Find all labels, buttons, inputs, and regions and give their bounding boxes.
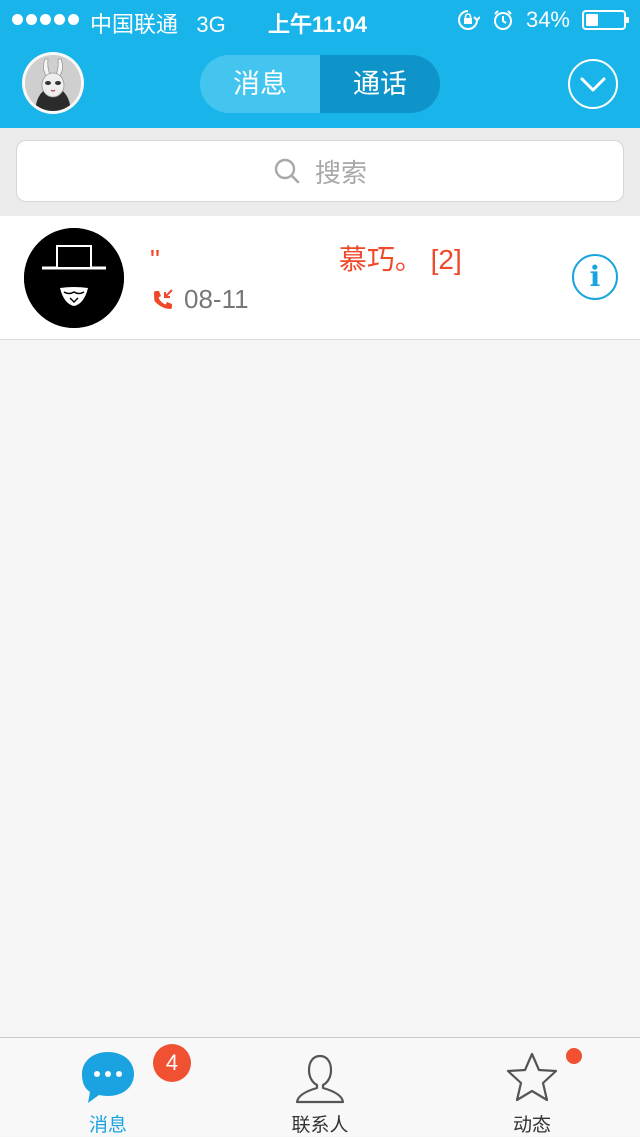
battery-percent: 34% xyxy=(525,7,570,32)
search-placeholder: 搜索 xyxy=(314,157,367,188)
tab-calls[interactable]: 通话 xyxy=(320,55,440,113)
signal-strength-icon xyxy=(12,14,79,25)
chat-bubble-icon xyxy=(82,1052,134,1103)
chevron-down-icon xyxy=(580,77,606,92)
unread-badge: 4 xyxy=(153,1044,191,1082)
alarm-icon xyxy=(493,10,512,30)
header: 中国联通 3G 上午11:04 34% 消息 通话 xyxy=(0,0,640,128)
network-type: 3G xyxy=(196,12,226,37)
info-button[interactable]: i xyxy=(572,254,618,300)
status-bar: 中国联通 3G 上午11:04 34% xyxy=(0,0,640,40)
contact-name: " 慕巧。 [2] xyxy=(150,244,462,275)
hat-mask-avatar-icon xyxy=(24,228,124,328)
search-input[interactable]: 搜索 xyxy=(16,140,624,202)
tab-bar-messages-label: 消息 xyxy=(88,1115,127,1136)
dropdown-button[interactable] xyxy=(568,59,618,109)
contact-person-icon xyxy=(295,1054,345,1104)
info-icon: i xyxy=(589,260,601,293)
tab-messages[interactable]: 消息 xyxy=(200,55,320,113)
tab-bar: 4 消息 联系人 动态 xyxy=(0,1037,640,1136)
call-list-item[interactable]: " 慕巧。 [2] 08-11 i xyxy=(0,216,640,340)
contact-avatar[interactable] xyxy=(24,228,124,328)
rabbit-mask-avatar-icon xyxy=(25,55,81,111)
tab-bar-messages[interactable]: 4 消息 xyxy=(28,1038,191,1136)
new-feed-dot xyxy=(566,1048,582,1064)
status-right: 34% xyxy=(456,7,629,33)
tab-bar-feeds-label: 动态 xyxy=(512,1115,551,1136)
battery-icon xyxy=(582,10,629,30)
star-icon xyxy=(506,1052,558,1102)
tab-bar-contacts-label: 联系人 xyxy=(291,1115,349,1136)
call-meta: 08-11 xyxy=(150,284,249,315)
status-time: 上午11:04 xyxy=(268,12,368,37)
search-area: 搜索 xyxy=(0,128,640,216)
tab-bar-contacts[interactable]: 联系人 xyxy=(240,1038,400,1136)
carrier-name: 中国联通 3G xyxy=(90,12,226,37)
call-time: 08-11 xyxy=(184,284,249,314)
incoming-missed-call-icon xyxy=(154,288,173,309)
search-icon xyxy=(274,158,300,184)
segment-control: 消息 通话 xyxy=(200,55,440,113)
tab-bar-feeds[interactable]: 动态 xyxy=(452,1038,612,1136)
my-avatar[interactable] xyxy=(22,52,84,114)
rotation-lock-icon xyxy=(457,10,480,30)
